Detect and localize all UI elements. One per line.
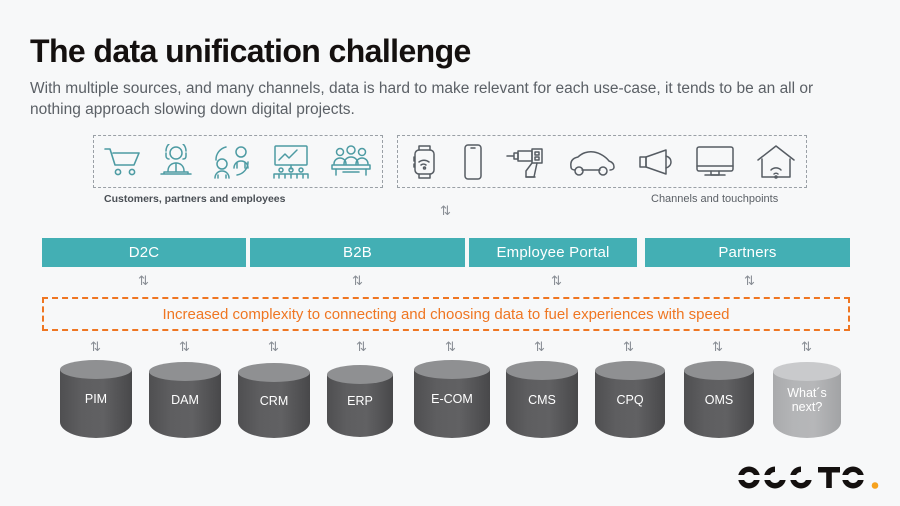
- cylinder-top: [773, 362, 841, 381]
- smartwatch-icon: [407, 142, 441, 182]
- system-cylinder-dam[interactable]: DAM: [149, 362, 221, 438]
- system-cylinder-cpq[interactable]: CPQ: [595, 361, 665, 438]
- flow-arrow-ecom: ⇅: [445, 340, 456, 355]
- smartphone-icon: [460, 142, 486, 182]
- system-cylinder-pim[interactable]: PIM: [60, 360, 132, 438]
- flow-arrow-cpq: ⇅: [623, 340, 634, 355]
- flow-arrow-employee-portal: ⇅: [551, 274, 562, 289]
- flow-arrow-d2c: ⇅: [138, 274, 149, 289]
- system-cylinder-whats-next[interactable]: What´s next?: [773, 362, 841, 438]
- system-label: DAM: [171, 393, 199, 407]
- system-label: CRM: [259, 393, 289, 408]
- flow-arrow-pim: ⇅: [90, 340, 101, 355]
- smart-home-icon: [755, 143, 797, 181]
- channels-group-label: Channels and touchpoints: [651, 193, 779, 205]
- cylinder-top: [414, 360, 490, 379]
- channel-bar-employee-portal[interactable]: Employee Portal: [469, 238, 637, 267]
- system-cylinder-crm[interactable]: CRM: [238, 363, 310, 438]
- customers-icon-group: [93, 135, 383, 188]
- flow-arrow-top: ⇅: [440, 204, 451, 219]
- channel-bar-b2b[interactable]: B2B: [250, 238, 465, 267]
- support-agent-icon: [157, 143, 195, 180]
- channel-bar-d2c[interactable]: D2C: [42, 238, 246, 267]
- system-label: PIM: [84, 392, 108, 406]
- power-drill-icon: [504, 143, 548, 181]
- people-exchange-icon: [210, 144, 254, 180]
- cylinder-top: [327, 365, 393, 384]
- channel-bar-label: B2B: [343, 244, 372, 261]
- cylinder-top: [238, 363, 310, 382]
- customers-group-label: Customers, partners and employees: [104, 193, 286, 205]
- system-label: ERP: [347, 394, 373, 408]
- cylinder-top: [60, 360, 132, 379]
- system-label: What´s next?: [787, 386, 827, 414]
- flow-arrow-cms: ⇅: [534, 340, 545, 355]
- flow-arrow-oms: ⇅: [712, 340, 723, 355]
- cylinder-top: [149, 362, 221, 381]
- flow-arrow-dam: ⇅: [179, 340, 190, 355]
- car-icon: [567, 146, 617, 178]
- meeting-table-icon: [328, 144, 374, 180]
- page-subtitle: With multiple sources, and many channels…: [30, 80, 814, 118]
- flow-arrow-b2b: ⇅: [352, 274, 363, 289]
- channels-icon-group: [397, 135, 807, 188]
- system-cylinder-oms[interactable]: OMS: [684, 361, 754, 438]
- channel-bar-label: D2C: [128, 244, 160, 261]
- megaphone-icon: [636, 145, 676, 179]
- system-cylinder-erp[interactable]: ERP: [327, 365, 393, 437]
- system-cylinder-cms[interactable]: CMS: [506, 361, 578, 438]
- channel-bar-partners[interactable]: Partners: [645, 238, 850, 267]
- presentation-board-icon: [269, 144, 313, 180]
- system-cylinder-ecom[interactable]: E-COM: [414, 360, 490, 438]
- cylinder-top: [595, 361, 665, 380]
- flow-arrow-whats-next: ⇅: [801, 340, 812, 355]
- occtoo-logo: [735, 462, 880, 499]
- page-title: The data unification challenge: [30, 33, 471, 69]
- complexity-text: Increased complexity to connecting and c…: [162, 305, 730, 323]
- flow-arrow-partners: ⇅: [744, 274, 755, 289]
- slide-root: The data unification challenge With mult…: [0, 0, 900, 506]
- flow-arrow-erp: ⇅: [356, 340, 367, 355]
- shopping-cart-icon: [102, 145, 142, 179]
- cylinder-top: [684, 361, 754, 380]
- system-label: E-COM: [431, 392, 473, 406]
- system-label: CPQ: [616, 392, 644, 407]
- cylinder-top: [506, 361, 578, 380]
- system-label: OMS: [704, 392, 734, 407]
- channel-bar-label: Employee Portal: [496, 244, 610, 261]
- desktop-monitor-icon: [694, 144, 736, 180]
- complexity-banner: Increased complexity to connecting and c…: [42, 297, 850, 331]
- channel-bar-label: Partners: [718, 244, 777, 261]
- system-label: CMS: [528, 392, 556, 407]
- flow-arrow-crm: ⇅: [268, 340, 279, 355]
